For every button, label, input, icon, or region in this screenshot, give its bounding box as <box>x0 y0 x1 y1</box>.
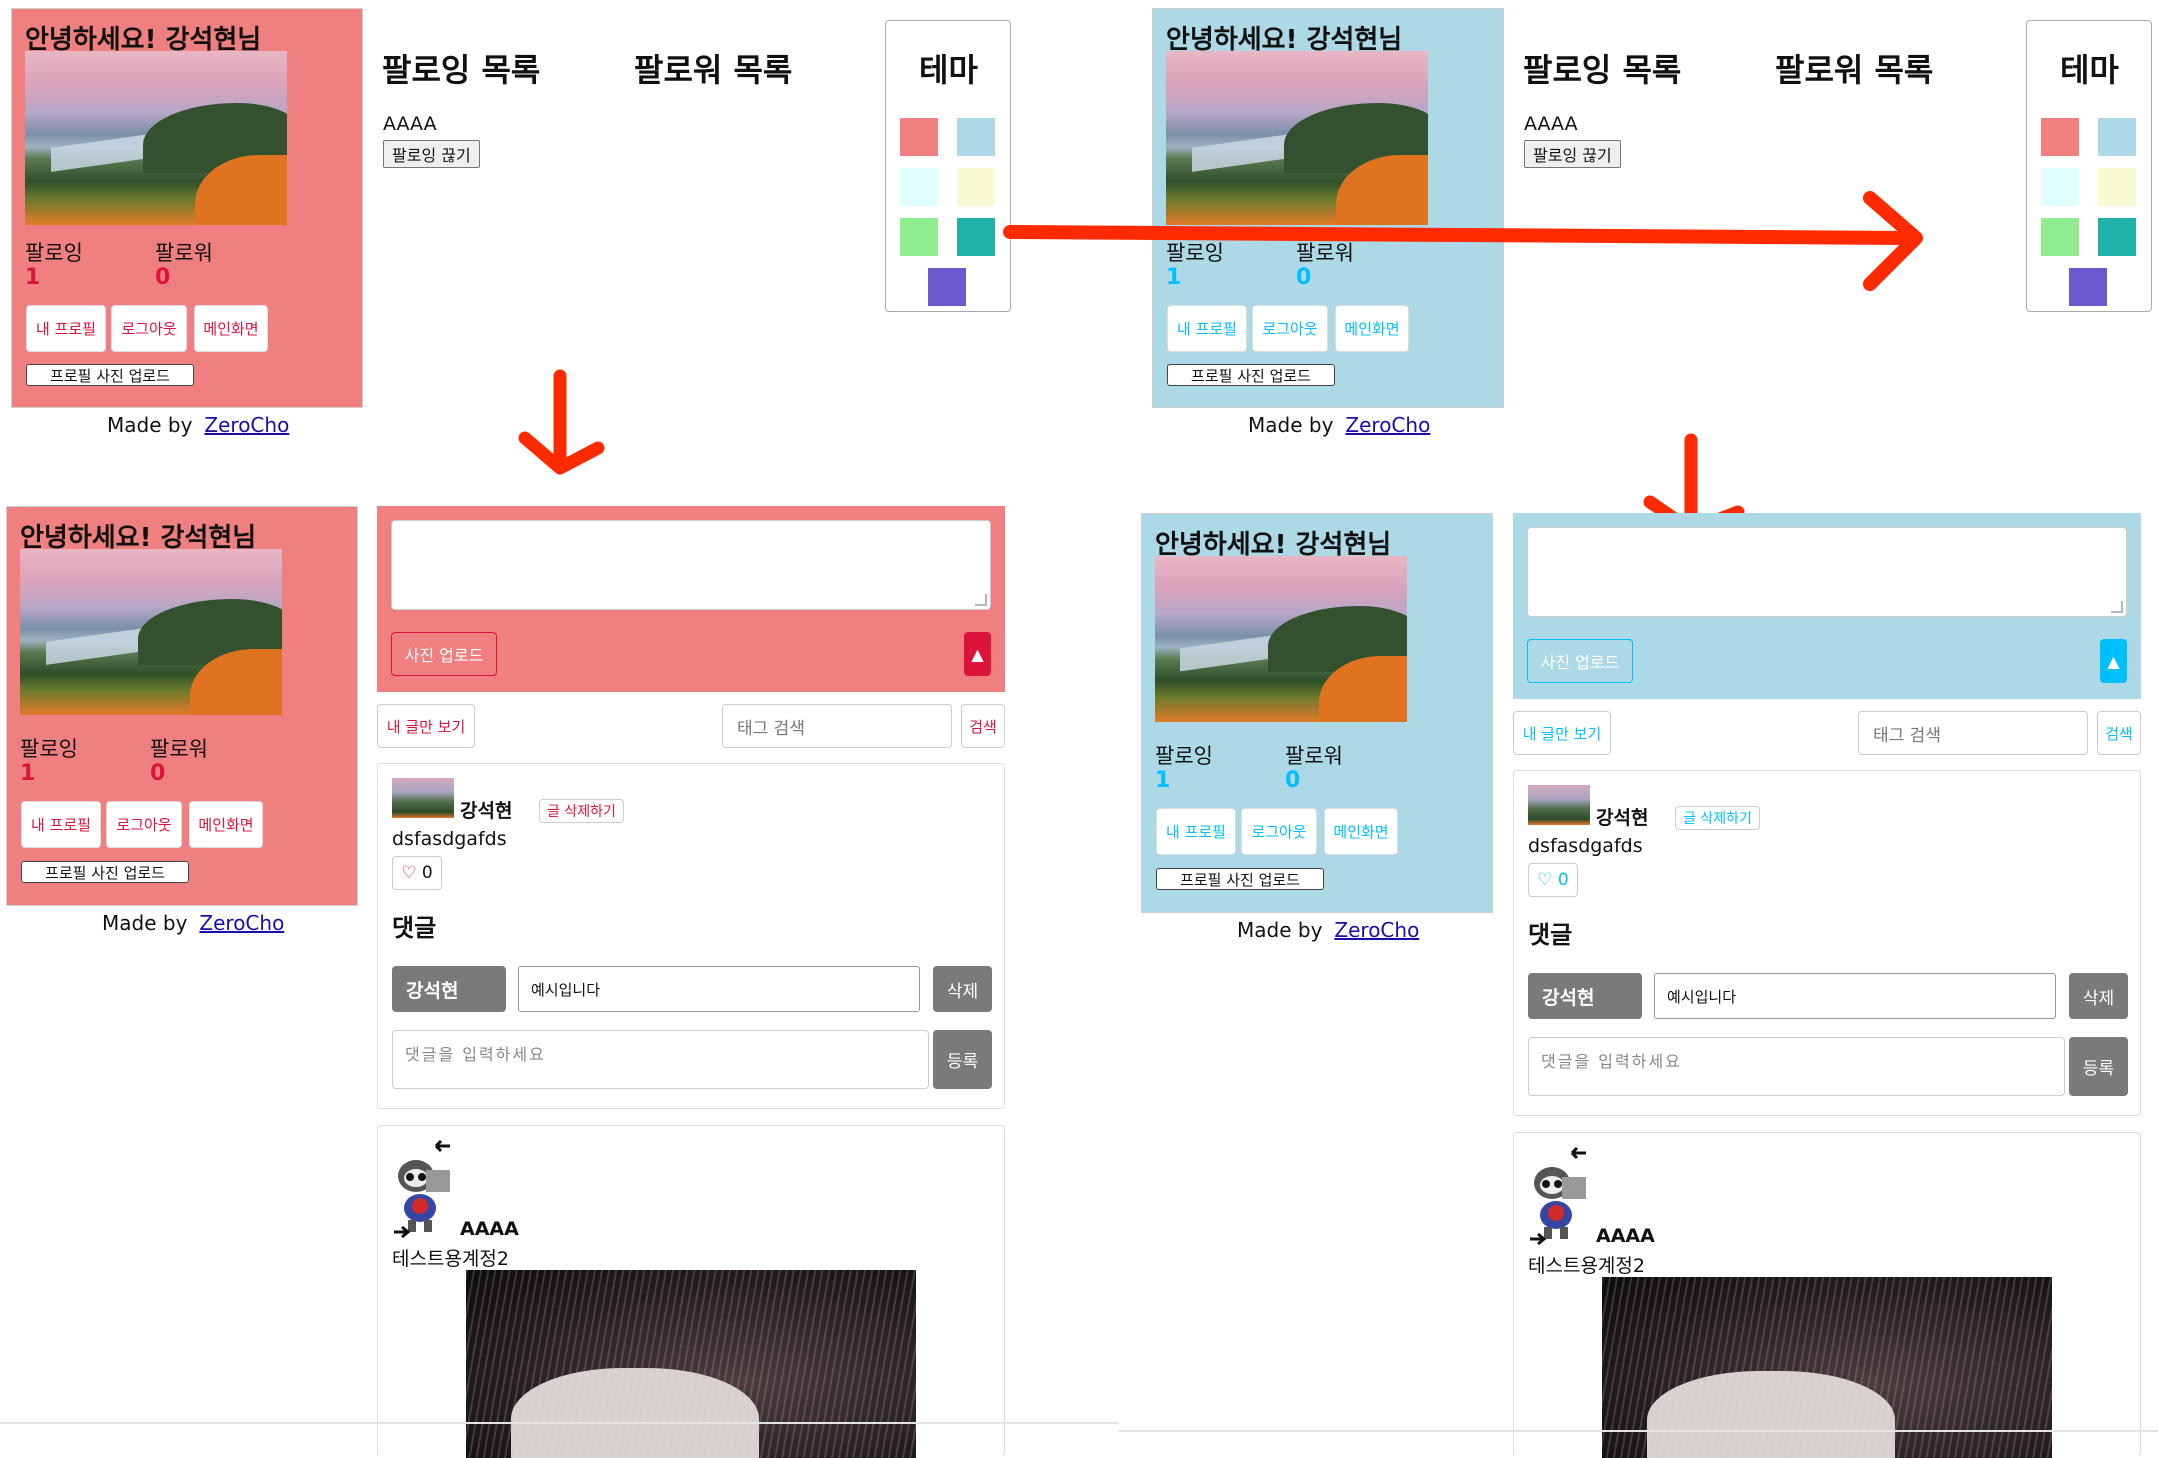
post-content: dsfasdgafds <box>392 828 507 850</box>
comment-author: 강석현 <box>1528 973 1642 1019</box>
following-label: 팔로잉 <box>1155 744 1213 768</box>
post-form: 사진 업로드 ▲ <box>377 506 1005 692</box>
heart-icon: ♡ <box>401 863 417 883</box>
delete-comment-button[interactable]: 삭제 <box>933 966 992 1012</box>
zerocho-link[interactable]: ZeroCho <box>1334 918 1419 942</box>
made-by: Made by ZeroCho <box>102 911 284 935</box>
made-by: Made by ZeroCho <box>1237 918 1419 942</box>
post-image <box>466 1270 916 1458</box>
follower-label: 팔로워 <box>1285 744 1343 768</box>
post-card: AAAA 테스트용계정2 <box>1513 1132 2141 1458</box>
made-by-text: Made by <box>102 911 188 935</box>
upload-profile-photo-button[interactable]: 프로필 사진 업로드 <box>21 861 189 883</box>
post-author: AAAA <box>1596 1225 1655 1247</box>
profile-card-blue-bottom: 안녕하세요! 강석현님 팔로잉 팔로워 1 0 내 프로필 로그아웃 메인화면 … <box>1141 513 1493 913</box>
logout-button[interactable]: 로그아웃 <box>106 801 182 848</box>
zerocho-link[interactable]: ZeroCho <box>199 911 284 935</box>
heart-icon: ♡ <box>1537 870 1553 890</box>
follower-label: 팔로워 <box>150 737 208 761</box>
search-button[interactable]: 검색 <box>961 704 1005 748</box>
delete-post-button[interactable]: 글 삭제하기 <box>539 799 624 823</box>
comments-title: 댓글 <box>392 914 437 942</box>
follower-count: 0 <box>150 761 166 786</box>
author-avatar <box>1528 785 1590 825</box>
comment-input[interactable]: 댓글을 입력하세요 <box>392 1030 929 1089</box>
post-card: 강석현 글 삭제하기 dsfasdgafds ♡ 0 댓글 강석현 예시입니다 … <box>1513 770 2141 1116</box>
main-page-button[interactable]: 메인화면 <box>1324 808 1398 855</box>
submit-post-button[interactable]: ▲ <box>2100 639 2127 683</box>
profile-image <box>1155 556 1407 722</box>
delete-post-button[interactable]: 글 삭제하기 <box>1675 806 1760 830</box>
submit-comment-button[interactable]: 등록 <box>933 1030 992 1089</box>
divider <box>1118 1430 2158 1432</box>
post-author: 강석현 <box>460 800 513 822</box>
like-button[interactable]: ♡ 0 <box>392 856 442 890</box>
following-count: 1 <box>1155 768 1171 793</box>
tag-search-input[interactable]: 태그 검색 <box>722 704 952 748</box>
post-form: 사진 업로드 ▲ <box>1513 513 2141 699</box>
made-by-text: Made by <box>1237 918 1323 942</box>
profile-card-coral-bottom: 안녕하세요! 강석현님 팔로잉 팔로워 1 0 내 프로필 로그아웃 메인화면 … <box>6 506 358 906</box>
comment-input[interactable]: 댓글을 입력하세요 <box>1528 1037 2065 1096</box>
tag-search-input[interactable]: 태그 검색 <box>1858 711 2088 755</box>
like-count: 0 <box>421 863 433 883</box>
following-count: 1 <box>20 761 36 786</box>
post-textarea[interactable] <box>1527 527 2127 617</box>
comment-text: 예시입니다 <box>1654 973 2056 1019</box>
search-button[interactable]: 검색 <box>2097 711 2141 755</box>
comment-text: 예시입니다 <box>518 966 920 1012</box>
submit-post-button[interactable]: ▲ <box>964 632 991 676</box>
logout-button[interactable]: 로그아웃 <box>1241 808 1317 855</box>
post-author: 강석현 <box>1596 807 1649 829</box>
my-posts-button[interactable]: 내 글만 보기 <box>377 704 475 748</box>
author-avatar <box>392 778 454 818</box>
submit-comment-button[interactable]: 등록 <box>2069 1037 2128 1096</box>
divider <box>0 1422 1118 1424</box>
my-profile-button[interactable]: 내 프로필 <box>21 801 101 848</box>
follower-count: 0 <box>1285 768 1301 793</box>
comments-title: 댓글 <box>1528 921 1573 949</box>
like-button[interactable]: ♡ 0 <box>1528 863 1578 897</box>
post-card: AAAA 테스트용계정2 <box>377 1125 1005 1458</box>
following-label: 팔로잉 <box>20 737 78 761</box>
comment-author: 강석현 <box>392 966 506 1012</box>
photo-upload-button[interactable]: 사진 업로드 <box>391 632 497 676</box>
post-content: 테스트용계정2 <box>392 1248 509 1270</box>
profile-image <box>20 549 282 715</box>
post-content: 테스트용계정2 <box>1528 1255 1645 1277</box>
main-page-button[interactable]: 메인화면 <box>189 801 263 848</box>
my-profile-button[interactable]: 내 프로필 <box>1156 808 1236 855</box>
photo-upload-button[interactable]: 사진 업로드 <box>1527 639 1633 683</box>
raccoon-avatar-icon <box>1530 1147 1586 1246</box>
delete-comment-button[interactable]: 삭제 <box>2069 973 2128 1019</box>
post-author: AAAA <box>460 1218 519 1240</box>
like-count: 0 <box>1557 870 1569 890</box>
post-content: dsfasdgafds <box>1528 835 1643 857</box>
post-textarea[interactable] <box>391 520 991 610</box>
my-posts-button[interactable]: 내 글만 보기 <box>1513 711 1611 755</box>
post-card: 강석현 글 삭제하기 dsfasdgafds ♡ 0 댓글 강석현 예시입니다 … <box>377 763 1005 1109</box>
upload-profile-photo-button[interactable]: 프로필 사진 업로드 <box>1156 868 1324 890</box>
arrow-down-icon <box>518 369 605 475</box>
raccoon-avatar-icon <box>394 1140 450 1239</box>
